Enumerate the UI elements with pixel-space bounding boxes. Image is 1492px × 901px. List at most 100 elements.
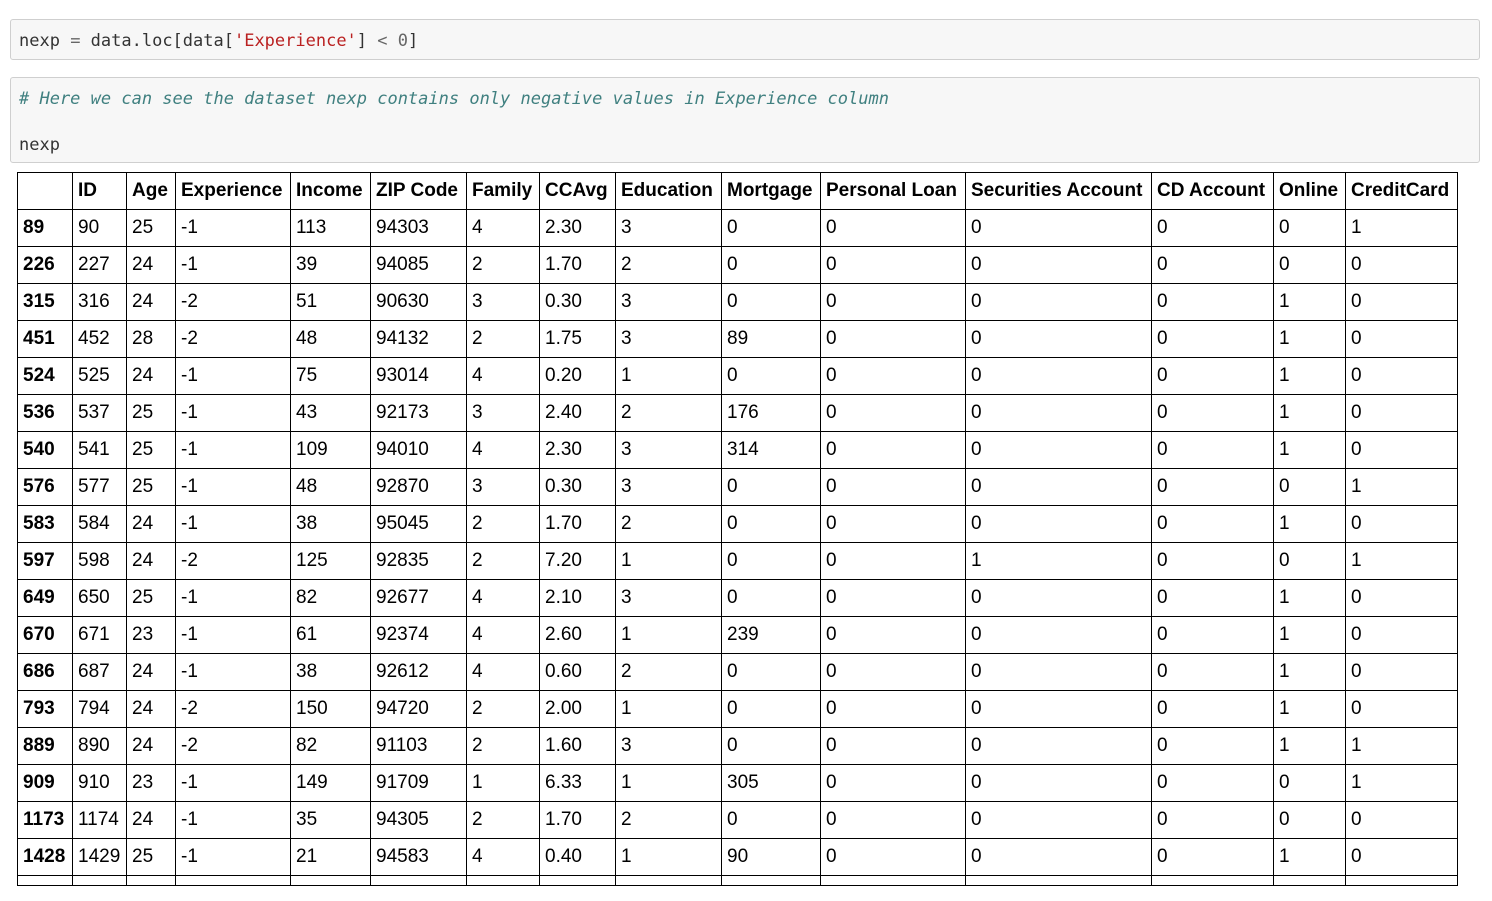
table-cell: 0	[820, 727, 966, 765]
table-cell: 0	[1151, 246, 1274, 284]
table-row: 451 452 28 -2 48 94132 2 1.75 3 89 0 0 0 1 0	[17, 320, 1458, 358]
table-cell: 314	[721, 431, 821, 469]
table-cell: 0	[1345, 579, 1458, 617]
table-cell: 94010	[370, 431, 467, 469]
table-cell: 1	[1273, 838, 1346, 876]
table-cell: 91103	[370, 727, 467, 765]
table-cell: 75	[290, 357, 371, 395]
index-header	[17, 172, 73, 210]
table-row: 576 577 25 -1 48 92870 3 0.30 3 0 0 0 0 0 1	[17, 468, 1458, 506]
table-cell: 25	[126, 468, 176, 506]
table-cell: 94085	[370, 246, 467, 284]
table-cell: 0	[1345, 616, 1458, 654]
table-cell: 0	[721, 542, 821, 580]
row-index: 536	[17, 394, 73, 432]
table-cell: 316	[72, 283, 127, 321]
table-cell: 0	[1151, 468, 1274, 506]
table-cell: 24	[126, 357, 176, 395]
code-cell-1[interactable]: nexp = data.loc[data['Experience'] < 0]	[10, 19, 1480, 60]
table-cell: -2	[175, 283, 291, 321]
row-index: 540	[17, 431, 73, 469]
table-cell: 1	[1273, 505, 1346, 543]
table-cell: 0	[820, 801, 966, 839]
column-header: Experience	[175, 172, 291, 210]
table-cell: 1	[1273, 579, 1346, 617]
table-cell: 1	[965, 542, 1152, 580]
table-body: 89 90 25 -1 113 94303 4 2.30 3 0 0 0 0 0 1 226 227 24 -1 39…	[17, 209, 1458, 886]
code-cell-2[interactable]: # Here we can see the dataset nexp conta…	[10, 77, 1480, 163]
table-cell: 0	[965, 283, 1152, 321]
table-cell: 0.60	[539, 653, 616, 691]
table-cell: 3	[466, 394, 540, 432]
table-cell: 3	[466, 283, 540, 321]
table-cell: 1	[615, 616, 722, 654]
table-cell: 0	[820, 394, 966, 432]
table-cell: 1	[1273, 690, 1346, 728]
table-cell: 0	[1345, 320, 1458, 358]
table-cell: 125	[290, 542, 371, 580]
column-header: Mortgage	[721, 172, 821, 210]
table-cell-partial	[290, 875, 371, 886]
table-cell: -1	[175, 431, 291, 469]
table-cell: 2	[466, 542, 540, 580]
table-cell: 0	[820, 505, 966, 543]
table-cell: 4	[466, 653, 540, 691]
table-row: 89 90 25 -1 113 94303 4 2.30 3 0 0 0 0 0 1	[17, 209, 1458, 247]
table-cell: 1	[615, 838, 722, 876]
table-cell-partial	[721, 875, 821, 886]
table-cell: 0.30	[539, 468, 616, 506]
column-header: Securities Account	[965, 172, 1152, 210]
table-cell: 671	[72, 616, 127, 654]
table-cell: 0	[1345, 431, 1458, 469]
table-cell: 0	[965, 653, 1152, 691]
table-row: 686 687 24 -1 38 92612 4 0.60 2 0 0 0 0 1 0	[17, 653, 1458, 691]
row-index: 909	[17, 764, 73, 802]
table-cell: 0	[820, 764, 966, 802]
table-cell: 0	[965, 431, 1152, 469]
table-cell: 0	[721, 283, 821, 321]
table-cell: 1	[1273, 394, 1346, 432]
table-cell: 0	[721, 468, 821, 506]
table-cell: 1.75	[539, 320, 616, 358]
table-cell-partial	[615, 875, 722, 886]
table-cell: 94720	[370, 690, 467, 728]
table-cell: 2	[466, 505, 540, 543]
table-cell: 0	[1151, 505, 1274, 543]
table-cell: 1	[466, 764, 540, 802]
table-cell: 0	[820, 468, 966, 506]
table-cell: 24	[126, 505, 176, 543]
table-cell: 0	[1151, 542, 1274, 580]
table-cell: 24	[126, 653, 176, 691]
row-index: 1428	[17, 838, 73, 876]
column-header: CreditCard	[1345, 172, 1458, 210]
code-line: nexp = data.loc[data['Experience'] < 0]	[19, 30, 1479, 52]
table-cell: 239	[721, 616, 821, 654]
table-cell: 0	[820, 357, 966, 395]
table-cell-partial	[1273, 875, 1346, 886]
row-index: 451	[17, 320, 73, 358]
table-cell: 23	[126, 616, 176, 654]
table-cell: 2	[466, 320, 540, 358]
code-token-string: 'Experience'	[233, 31, 357, 51]
table-cell: 38	[290, 653, 371, 691]
table-cell: 0	[721, 653, 821, 691]
table-cell: 0	[1151, 357, 1274, 395]
table-cell: 0	[1151, 690, 1274, 728]
table-cell: 0	[820, 320, 966, 358]
table-cell: 2	[466, 727, 540, 765]
table-cell: 176	[721, 394, 821, 432]
table-cell: 2	[615, 801, 722, 839]
table-cell: 0	[1273, 542, 1346, 580]
table-cell: 0	[965, 468, 1152, 506]
table-cell: 2.60	[539, 616, 616, 654]
table-row: 1428 1429 25 -1 21 94583 4 0.40 1 90 0 0 0 1 0	[17, 838, 1458, 876]
table-cell: 1.70	[539, 246, 616, 284]
table-cell: 541	[72, 431, 127, 469]
table-cell: 0	[1151, 616, 1274, 654]
code-token-close: ]	[408, 31, 419, 51]
table-cell: 1	[1273, 283, 1346, 321]
table-cell: 0	[965, 764, 1152, 802]
table-cell: 24	[126, 246, 176, 284]
table-cell: -1	[175, 468, 291, 506]
